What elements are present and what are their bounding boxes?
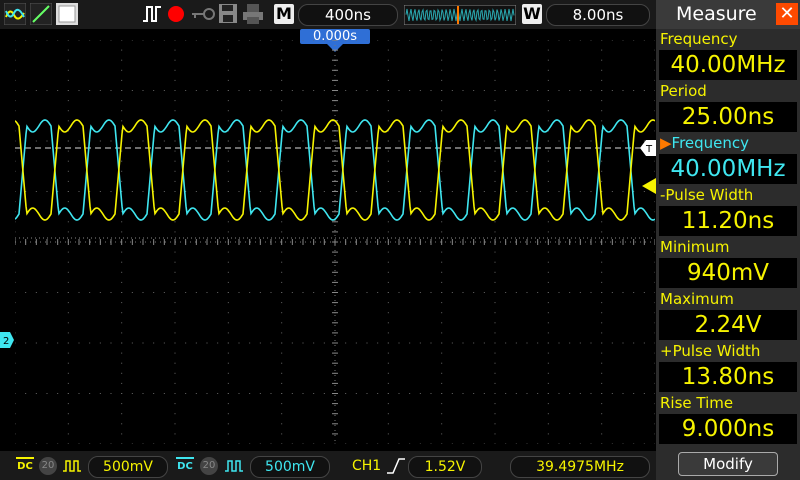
ch2-bandwidth-limit-icon[interactable]: 20 (200, 457, 218, 475)
ch1-scale-display[interactable]: 500mV (88, 456, 168, 478)
channel2-ground-marker-icon[interactable]: 2 (0, 332, 14, 348)
measurement-value: 40.00MHz (659, 154, 797, 184)
modify-button[interactable]: Modify (678, 452, 778, 476)
bottom-status-bar: DC 20 500mV DC 20 500mV CH1 1.52V 39.497… (0, 451, 656, 480)
measure-panel-header: Measure ✕ (656, 0, 800, 29)
ch1-bandwidth-limit-icon[interactable]: 20 (39, 457, 57, 475)
waveform-icon[interactable] (4, 3, 26, 25)
ch1-coupling-icon[interactable]: DC (16, 457, 34, 477)
measurement-value: 2.24V (659, 310, 797, 340)
close-button[interactable]: ✕ (776, 3, 798, 25)
measurement-label[interactable]: Maximum (660, 290, 800, 308)
top-toolbar: M 400ns W 8.00ns (0, 0, 656, 29)
measurement-label[interactable]: Rise Time (660, 394, 800, 412)
rising-edge-icon[interactable] (386, 457, 406, 475)
measurement-value: 9.000ns (659, 414, 797, 444)
measurement-label[interactable]: ▶Frequency (660, 134, 800, 152)
selected-arrow-icon: ▶ (660, 134, 672, 152)
measurement-value: 40.00MHz (659, 50, 797, 80)
measurement-value: 11.20ns (659, 206, 797, 236)
measure-panel-title: Measure (676, 3, 757, 25)
key-icon[interactable] (190, 3, 216, 25)
svg-text:2: 2 (3, 336, 9, 347)
measurement-label[interactable]: Period (660, 82, 800, 100)
ch1-pulse-icon[interactable] (62, 459, 82, 473)
graticule (15, 40, 655, 444)
measurement-label[interactable]: -Pulse Width (660, 186, 800, 204)
frequency-counter-display: 39.4975MHz (510, 456, 650, 478)
trigger-position-marker-icon[interactable]: T (640, 140, 656, 156)
measurement-value: 940mV (659, 258, 797, 288)
print-icon[interactable] (242, 3, 264, 25)
trigger-level-display[interactable]: 1.52V (408, 456, 482, 478)
trigger-source-label[interactable]: CH1 (352, 457, 381, 475)
measurement-value: 13.80ns (659, 362, 797, 392)
measure-panel: Measure ✕ Frequency 40.00MHz Period 25.00ns… (656, 0, 800, 480)
ch2-coupling-icon[interactable]: DC (176, 457, 194, 477)
close-icon: ✕ (779, 3, 795, 24)
record-icon[interactable] (166, 3, 186, 25)
svg-text:T: T (645, 144, 653, 155)
trigger-delay-display[interactable]: 8.00ns (546, 4, 650, 26)
grid-icon[interactable] (56, 3, 78, 25)
waveform-display[interactable] (15, 40, 655, 444)
trigger-level-arrow-icon[interactable] (642, 178, 656, 194)
measurement-label[interactable]: +Pulse Width (660, 342, 800, 360)
memory-overview-bar[interactable] (404, 5, 516, 25)
measurement-label[interactable]: Minimum (660, 238, 800, 256)
measurement-label[interactable]: Frequency (660, 30, 800, 48)
timebase-display[interactable]: 400ns (298, 4, 398, 26)
save-icon[interactable] (218, 3, 238, 25)
mode-m-badge: M (274, 4, 294, 24)
ramp-icon[interactable] (30, 3, 52, 25)
ch2-scale-display[interactable]: 500mV (250, 456, 330, 478)
ch2-pulse-icon[interactable] (224, 459, 244, 473)
pulse-icon[interactable] (142, 3, 162, 25)
mode-w-badge: W (522, 4, 542, 24)
measurement-value: 25.00ns (659, 102, 797, 132)
